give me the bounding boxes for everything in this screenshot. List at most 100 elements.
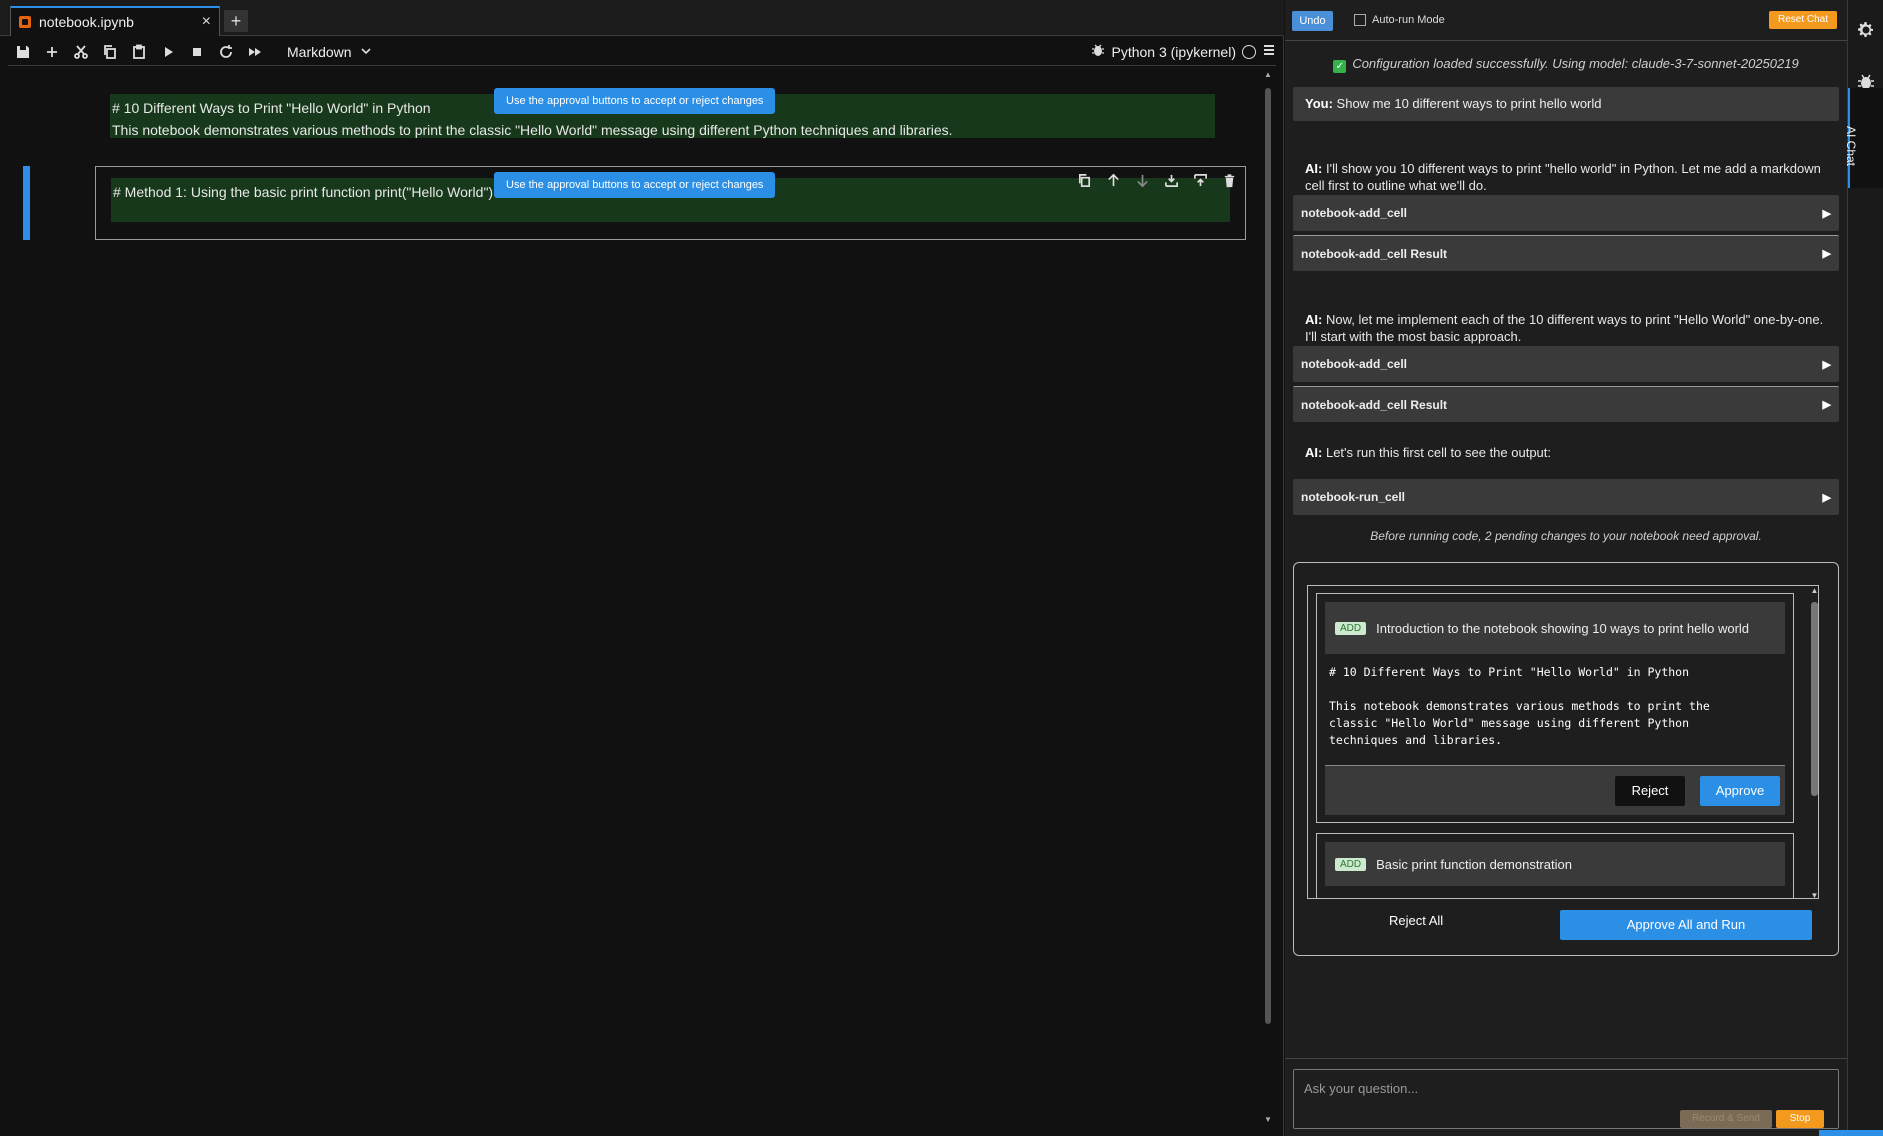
copy-icon[interactable] (95, 39, 124, 65)
gear-icon[interactable] (1856, 20, 1876, 40)
pending-changes-list[interactable]: ADD Introduction to the notebook showing… (1307, 585, 1819, 899)
auto-run-checkbox[interactable] (1354, 14, 1366, 26)
approval-panel: ADD Introduction to the notebook showing… (1293, 562, 1839, 956)
move-up-icon[interactable] (1104, 170, 1123, 190)
tab-notebook[interactable]: notebook.ipynb × (10, 6, 220, 36)
chat-messages[interactable]: ✓ Configuration loaded successfully. Usin… (1285, 44, 1847, 1054)
auto-run-label: Auto-run Mode (1372, 14, 1445, 26)
user-message-text: Show me 10 different ways to print hello… (1336, 96, 1602, 111)
notebook-pane: notebook.ipynb × + Markdown Python 3 (ip… (0, 0, 1284, 1136)
ai-message: AI: I'll show you 10 different ways to p… (1305, 160, 1827, 194)
new-tab-button[interactable]: + (224, 10, 248, 32)
tool-name: notebook-add_cell (1301, 206, 1408, 220)
notebook-icon (19, 16, 31, 28)
change-actions: Reject Approve (1325, 765, 1785, 815)
tool-result-row[interactable]: notebook-add_cell Result ▶ (1293, 235, 1839, 271)
stop-icon[interactable] (182, 39, 211, 65)
ai-message-text: I'll show you 10 different ways to print… (1305, 161, 1821, 193)
ai-message: AI: Now, let me implement each of the 10… (1305, 311, 1827, 345)
kernel-name: Python 3 (ipykernel) (1111, 43, 1236, 60)
notebook-toolbar: Markdown Python 3 (ipykernel) (8, 38, 1276, 66)
tool-result-row[interactable]: notebook-add_cell Result ▶ (1293, 386, 1839, 422)
insert-below-icon[interactable] (1191, 170, 1210, 190)
expand-icon[interactable]: ▶ (1823, 207, 1831, 220)
user-prefix: You: (1305, 96, 1333, 111)
ai-chat-panel: Undo Auto-run Mode Reset Chat ✓ Configura… (1285, 0, 1847, 1136)
notebook-scrollbar[interactable]: ▲ ▼ (1263, 70, 1273, 1124)
tab-label: notebook.ipynb (39, 14, 134, 30)
scroll-up-icon[interactable]: ▲ (1263, 70, 1273, 79)
bug-icon[interactable] (1091, 43, 1105, 60)
run-all-icon[interactable] (240, 39, 269, 65)
user-message: You: Show me 10 different ways to print … (1293, 87, 1839, 121)
auto-run-toggle[interactable]: Auto-run Mode (1354, 14, 1445, 26)
config-text: Configuration loaded successfully. Using… (1352, 56, 1799, 71)
ai-message-text: Let's run this first cell to see the out… (1325, 445, 1552, 460)
delete-cell-icon[interactable] (1220, 170, 1239, 190)
reject-all-button[interactable]: Reject All (1389, 913, 1443, 928)
expand-icon[interactable]: ▶ (1823, 398, 1831, 411)
divider (1285, 40, 1847, 41)
restart-icon[interactable] (211, 39, 240, 65)
chat-input-box: Record & Send Stop (1293, 1069, 1839, 1129)
cell-type-value: Markdown (287, 43, 352, 60)
change-title: Basic print function demonstration (1376, 856, 1572, 872)
change-preview: # 10 Different Ways to Print "Hello Worl… (1329, 665, 1710, 747)
approve-all-run-button[interactable]: Approve All and Run (1560, 910, 1812, 940)
scroll-down-icon[interactable]: ▼ (1263, 1115, 1273, 1124)
tool-call-row[interactable]: notebook-run_cell ▶ (1293, 479, 1839, 515)
expand-icon[interactable]: ▶ (1823, 491, 1831, 504)
status-indicator (1819, 1130, 1883, 1136)
change-card: ADD Basic print function demonstration (1316, 833, 1794, 898)
cut-icon[interactable] (66, 39, 95, 65)
cell-line: print("Hello World") (374, 184, 494, 200)
undo-button[interactable]: Undo (1292, 11, 1333, 31)
change-header: ADD Introduction to the notebook showing… (1325, 602, 1785, 654)
save-icon[interactable] (8, 39, 37, 65)
chat-toolbar: Undo Auto-run Mode Reset Chat (1285, 8, 1847, 36)
scroll-down-icon[interactable]: ▼ (1809, 891, 1818, 898)
close-icon[interactable]: × (202, 13, 211, 31)
kernel-status[interactable]: Python 3 (ipykernel) (1091, 43, 1276, 60)
ai-message: AI: Let's run this first cell to see the… (1305, 444, 1827, 461)
scroll-thumb[interactable] (1811, 602, 1818, 796)
cell-line: # Method 1: Using the basic print functi… (113, 184, 371, 200)
kernel-idle-icon (1242, 44, 1256, 59)
menu-icon[interactable] (1262, 43, 1276, 60)
chat-input-area: Record & Send Stop (1285, 1058, 1847, 1136)
tool-name: notebook-add_cell (1301, 357, 1408, 371)
sidebar-item-ai-chat[interactable]: AI Chat (1844, 88, 1883, 188)
chevron-down-icon (360, 44, 372, 60)
ai-chat-tab-label: AI Chat (1844, 126, 1858, 167)
reset-chat-button[interactable]: Reset Chat (1769, 11, 1837, 29)
tool-name: notebook-add_cell Result (1301, 397, 1448, 412)
tool-call-row[interactable]: notebook-add_cell ▶ (1293, 195, 1839, 231)
tool-call-row[interactable]: notebook-add_cell ▶ (1293, 346, 1839, 382)
ai-prefix: AI: (1305, 161, 1323, 176)
expand-icon[interactable]: ▶ (1823, 247, 1831, 260)
cell-type-select[interactable]: Markdown (287, 44, 372, 60)
approval-tooltip: Use the approval buttons to accept or re… (494, 172, 776, 198)
add-cell-icon[interactable] (37, 39, 66, 65)
change-header: ADD Basic print function demonstration (1325, 842, 1785, 886)
run-icon[interactable] (153, 39, 182, 65)
approve-button[interactable]: Approve (1700, 776, 1780, 806)
active-cell-indicator (23, 166, 30, 240)
right-sidebar: AI Chat (1844, 0, 1883, 1136)
stop-button[interactable]: Stop (1776, 1110, 1824, 1128)
move-down-icon[interactable] (1133, 170, 1152, 190)
check-icon: ✓ (1333, 60, 1347, 73)
record-send-button[interactable]: Record & Send (1680, 1110, 1772, 1128)
changes-scrollbar[interactable]: ▲ ▼ (1809, 586, 1818, 898)
expand-icon[interactable]: ▶ (1823, 358, 1831, 371)
paste-icon[interactable] (124, 39, 153, 65)
duplicate-cell-icon[interactable] (1075, 170, 1094, 190)
tool-name: notebook-run_cell (1301, 490, 1406, 504)
scroll-thumb[interactable] (1265, 88, 1271, 1024)
change-title: Introduction to the notebook showing 10 … (1376, 620, 1750, 636)
chat-input[interactable] (1304, 1078, 1724, 1098)
reject-button[interactable]: Reject (1615, 776, 1685, 806)
scroll-up-icon[interactable]: ▲ (1809, 586, 1818, 595)
insert-above-icon[interactable] (1162, 170, 1181, 190)
tab-bar: notebook.ipynb × + (0, 0, 1284, 36)
